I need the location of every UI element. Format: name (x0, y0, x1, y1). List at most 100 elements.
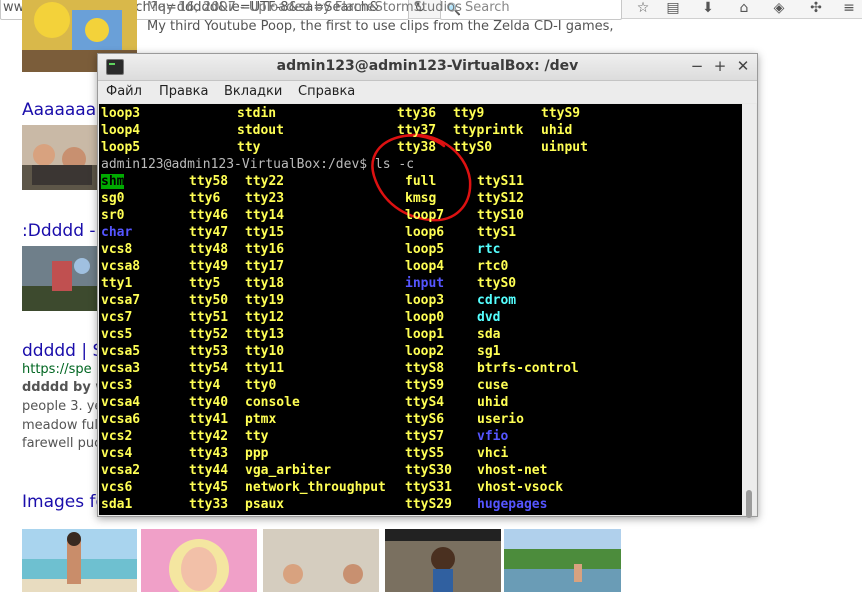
listing-entry: sr0 (101, 208, 125, 223)
listing-row: char tty47 tty15 loop6 ttyS1 (101, 225, 741, 242)
listing-entry: dvd (477, 310, 501, 325)
listing-entry: tty22 (245, 174, 285, 189)
image-result-child[interactable] (385, 529, 501, 592)
listing-entry: ttyprintk (453, 123, 524, 138)
listing-entry: ttyS8 (405, 361, 445, 376)
listing-entry: ttyS6 (405, 412, 445, 427)
menu-edit[interactable]: Правка (159, 84, 208, 99)
result-thumbnail-game[interactable] (22, 246, 100, 311)
terminal-title: admin123@admin123-VirtualBox: /dev (276, 58, 579, 74)
listing-entry: btrfs-control (477, 361, 579, 376)
listing-entry: loop0 (405, 310, 445, 325)
menu-file[interactable]: Файл (106, 84, 142, 99)
image-result-beach[interactable] (22, 529, 137, 592)
listing-entry: tty12 (245, 310, 285, 325)
listing-row: loop4 stdout tty37 ttyprintk uhid (101, 123, 741, 140)
minimize-icon[interactable]: − (688, 57, 706, 75)
image-result-portrait[interactable] (141, 529, 257, 592)
listing-entry: tty13 (245, 327, 285, 342)
listing-entry: ttyS31 (405, 480, 452, 495)
image-result-lake[interactable] (504, 529, 621, 592)
result-link[interactable]: Aaaaaaa (22, 100, 96, 120)
listing-row: vcs5 tty52 tty13 loop1 sda (101, 327, 741, 344)
images-heading[interactable]: Images fo (22, 492, 106, 512)
listing-entry: tty40 (189, 395, 229, 410)
terminal-menubar: Файл Правка Вкладки Справка (98, 81, 757, 103)
pocket-icon[interactable]: ◈ (766, 0, 792, 18)
listing-row: vcs2 tty42 tty ttyS7 vfio (101, 429, 741, 446)
listing-entry: tty9 (453, 106, 485, 121)
listing-entry: vcs8 (101, 242, 133, 257)
listing-entry: sda1 (101, 497, 133, 512)
result-link[interactable]: :Ddddd - (22, 221, 96, 241)
menu-help[interactable]: Справка (298, 84, 355, 99)
listing-entry: uhid (477, 395, 509, 410)
terminal-titlebar[interactable]: admin123@admin123-VirtualBox: /dev − + ✕ (98, 54, 757, 81)
listing-entry: ttyS30 (405, 463, 452, 478)
result-url[interactable]: https://spe (22, 362, 92, 377)
listing-row: vcsa6 tty41 ptmx ttyS6 userio (101, 412, 741, 429)
listing-entry: vcs2 (101, 429, 133, 444)
result-thumbnail-people[interactable] (22, 125, 100, 190)
listing-entry: tty (245, 429, 269, 444)
listing-entry: vcs4 (101, 446, 133, 461)
listing-entry: loop7 (405, 208, 445, 223)
search-box[interactable]: 🔍 Search (440, 0, 622, 20)
menu-icon[interactable]: ≡ (836, 0, 862, 18)
bookmark-star-icon[interactable]: ☆ (630, 0, 656, 18)
listing-entry: tty58 (189, 174, 229, 189)
reading-list-icon[interactable]: ▤ (660, 0, 686, 18)
listing-entry: tty47 (189, 225, 229, 240)
listing-entry: vcsa2 (101, 463, 141, 478)
image-result-people[interactable] (263, 529, 379, 592)
listing-row: vcsa7 tty50 tty19 loop3 cdrom (101, 293, 741, 310)
listing-entry: loop6 (405, 225, 445, 240)
listing-entry: network_throughput (245, 480, 386, 495)
listing-entry: uinput (541, 140, 588, 155)
listing-entry: tty (237, 140, 261, 155)
listing-entry: vcsa4 (101, 395, 141, 410)
listing-entry: tty37 (397, 123, 437, 138)
result-snippet: meadow full (22, 418, 102, 433)
listing-entry: ttyS5 (405, 446, 445, 461)
search-placeholder: Search (465, 0, 510, 15)
result-meta: May 16, 2007 - Uploaded by FlameStormStu… (147, 0, 462, 15)
terminal-output[interactable]: admin123@admin123-VirtualBox:/dev$ ls -c… (99, 104, 742, 515)
listing-entry: tty54 (189, 361, 229, 376)
listing-entry: tty23 (245, 191, 285, 206)
listing-entry: loop5 (101, 140, 141, 155)
listing-entry: tty0 (245, 378, 277, 393)
listing-entry: ttyS11 (477, 174, 524, 189)
listing-entry: vcsa7 (101, 293, 141, 308)
result-snippet: ddddd by w (22, 380, 108, 395)
listing-row: loop5 tty tty38 ttyS0 uinput (101, 140, 741, 157)
menu-tabs[interactable]: Вкладки (224, 84, 282, 99)
listing-entry: ptmx (245, 412, 277, 427)
listing-entry: tty44 (189, 463, 229, 478)
scrollbar-thumb[interactable] (746, 490, 752, 518)
listing-row: vcsa3 tty54 tty11 ttyS8 btrfs-control (101, 361, 741, 378)
close-icon[interactable]: ✕ (734, 57, 752, 75)
terminal-scrollbar[interactable] (742, 104, 756, 518)
listing-entry: uhid (541, 123, 573, 138)
listing-row: vcs6 tty45 network_throughput ttyS31 vhost-v… (101, 480, 741, 497)
result-link[interactable]: ddddd | S (22, 341, 103, 361)
listing-entry: vcsa6 (101, 412, 141, 427)
listing-row: sr0 tty46 tty14 loop7 ttyS10 (101, 208, 741, 225)
download-icon[interactable]: ⬇ (695, 0, 721, 18)
terminal-window[interactable]: admin123@admin123-VirtualBox: /dev − + ✕… (97, 53, 758, 518)
maximize-icon[interactable]: + (711, 57, 729, 75)
listing-entry: tty18 (245, 276, 285, 291)
listing-entry: sg1 (477, 344, 501, 359)
listing-entry: ppp (245, 446, 269, 461)
extension-icon[interactable]: ✣ (803, 0, 829, 18)
listing-entry: tty11 (245, 361, 285, 376)
home-icon[interactable]: ⌂ (731, 0, 757, 18)
listing-entry: vfio (477, 429, 509, 444)
listing-entry: ttyS29 (405, 497, 452, 512)
result-snippet: people 3. ye (22, 399, 103, 414)
listing-entry: loop3 (101, 106, 141, 121)
listing-entry: ttyS0 (477, 276, 517, 291)
listing-entry: tty43 (189, 446, 229, 461)
listing-entry: tty38 (397, 140, 437, 155)
